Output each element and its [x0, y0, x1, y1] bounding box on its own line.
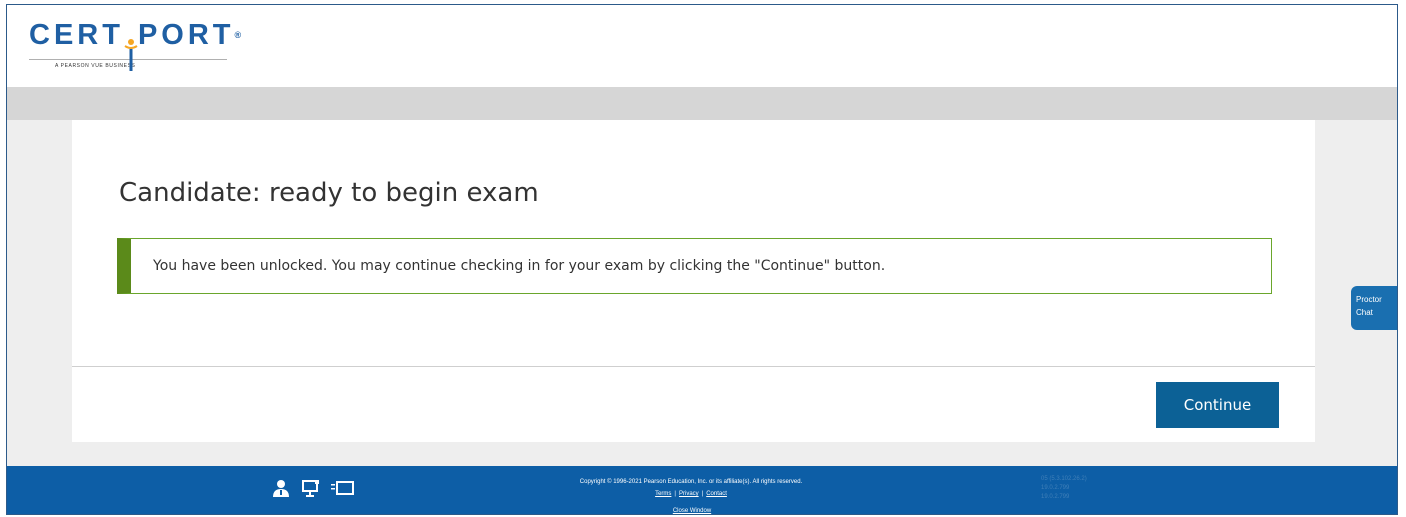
- footer-links: Terms | Privacy | Contact: [655, 491, 727, 497]
- toolbar-band: [7, 87, 1397, 120]
- certiport-logo: CERT PORT® A PEARSON VUE BUSINESS: [29, 19, 241, 71]
- footer-status-icons: [271, 479, 355, 497]
- continue-button[interactable]: Continue: [1156, 382, 1279, 428]
- contact-link[interactable]: Contact: [706, 491, 727, 497]
- version-line: 19.0.2.799: [1041, 485, 1070, 491]
- person-icon: [273, 480, 289, 497]
- close-window-link[interactable]: Close Window: [647, 508, 737, 514]
- logo-wordmark: CERT PORT®: [29, 19, 241, 71]
- proctor-chat-label-line2: Chat: [1356, 308, 1373, 317]
- page-title: Candidate: ready to begin exam: [119, 178, 539, 208]
- logo-figure-icon: [124, 39, 138, 71]
- version-info: 05 (5.3.102.26.2) 19.0.2.799 19.0.2.799: [1041, 475, 1087, 502]
- terms-link[interactable]: Terms: [655, 491, 671, 497]
- privacy-link[interactable]: Privacy: [679, 491, 699, 497]
- version-line: 19.0.2.799: [1041, 494, 1070, 500]
- app-window: CERT PORT® A PEARSON VUE BUSINESS Candid…: [6, 4, 1398, 515]
- copyright-text: Copyright © 1996-2021 Pearson Education,…: [579, 479, 803, 485]
- proctor-chat-label-line1: Proctor: [1356, 295, 1382, 304]
- proctor-chat-button[interactable]: Proctor Chat: [1351, 286, 1397, 330]
- computer-icon: [302, 480, 319, 497]
- screen-icon: [331, 481, 354, 495]
- card-divider: [72, 366, 1315, 367]
- notice-text: You have been unlocked. You may continue…: [153, 258, 886, 274]
- unlock-notice: You have been unlocked. You may continue…: [117, 238, 1272, 294]
- version-line: 05 (5.3.102.26.2): [1041, 476, 1087, 482]
- footer: Copyright © 1996-2021 Pearson Education,…: [7, 466, 1397, 514]
- header: CERT PORT® A PEARSON VUE BUSINESS: [7, 5, 1397, 87]
- main-card: Candidate: ready to begin exam You have …: [72, 120, 1315, 442]
- logo-subtitle: A PEARSON VUE BUSINESS: [55, 63, 136, 69]
- footer-legal: Copyright © 1996-2021 Pearson Education,…: [521, 476, 861, 500]
